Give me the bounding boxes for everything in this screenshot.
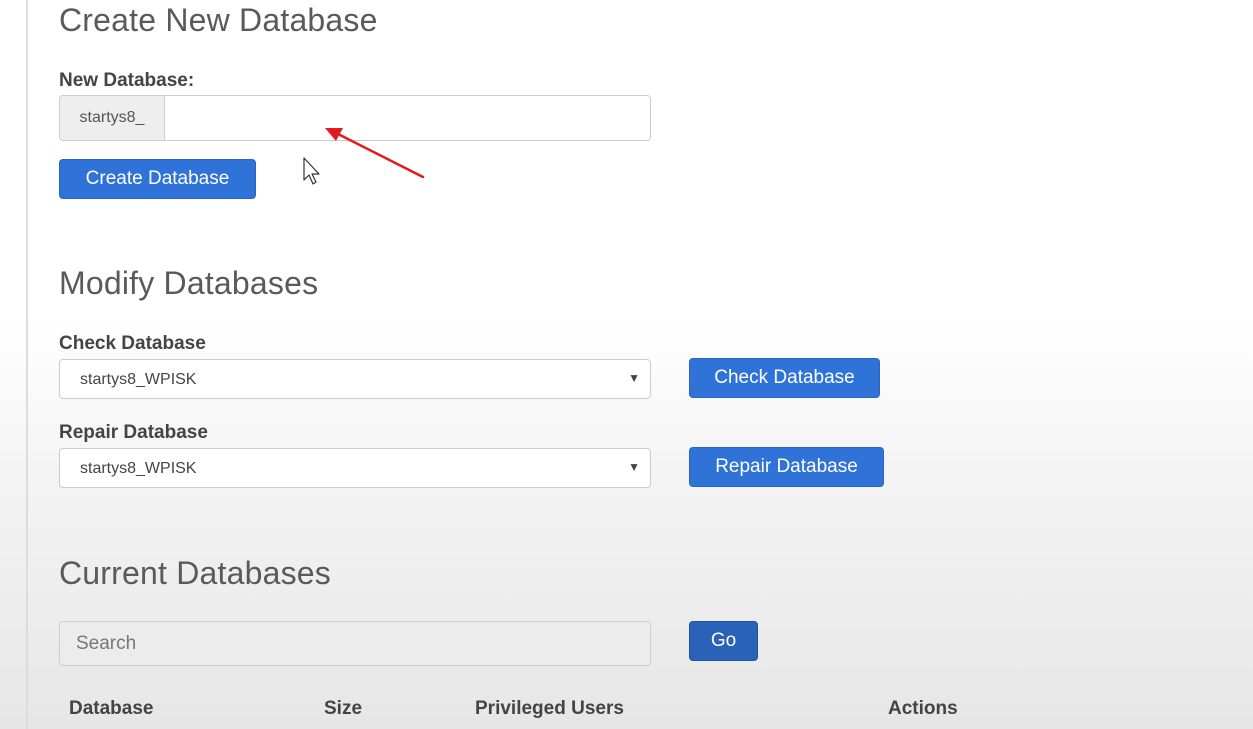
main-content: Create New Database New Database: starty… <box>59 0 1239 729</box>
current-section-title: Current Databases <box>59 555 331 591</box>
check-database-button[interactable]: Check Database <box>689 358 880 398</box>
modify-section-title: Modify Databases <box>59 265 319 301</box>
create-database-button[interactable]: Create Database <box>59 159 256 199</box>
new-database-label: New Database: <box>59 70 195 91</box>
check-database-select[interactable]: startys8_WPISK ▼ <box>59 359 651 399</box>
database-prefix: startys8_ <box>60 96 165 140</box>
repair-database-button[interactable]: Repair Database <box>689 447 884 487</box>
left-border-rule <box>26 0 28 729</box>
new-database-input[interactable] <box>165 96 650 140</box>
go-button[interactable]: Go <box>689 621 758 661</box>
check-database-selected: startys8_WPISK <box>80 371 197 388</box>
repair-database-label: Repair Database <box>59 422 208 443</box>
repair-database-select[interactable]: startys8_WPISK ▼ <box>59 448 651 488</box>
caret-down-icon: ▼ <box>628 371 640 385</box>
repair-database-selected: startys8_WPISK <box>80 460 197 477</box>
new-database-input-group: startys8_ <box>59 95 651 141</box>
column-header-database[interactable]: Database <box>69 698 154 720</box>
caret-down-icon: ▼ <box>628 460 640 474</box>
column-header-size[interactable]: Size <box>324 698 362 720</box>
search-input[interactable] <box>59 621 651 666</box>
column-header-actions: Actions <box>888 698 958 719</box>
create-section-title: Create New Database <box>59 2 378 38</box>
check-database-label: Check Database <box>59 333 206 354</box>
column-header-privileged-users[interactable]: Privileged Users <box>475 698 624 720</box>
